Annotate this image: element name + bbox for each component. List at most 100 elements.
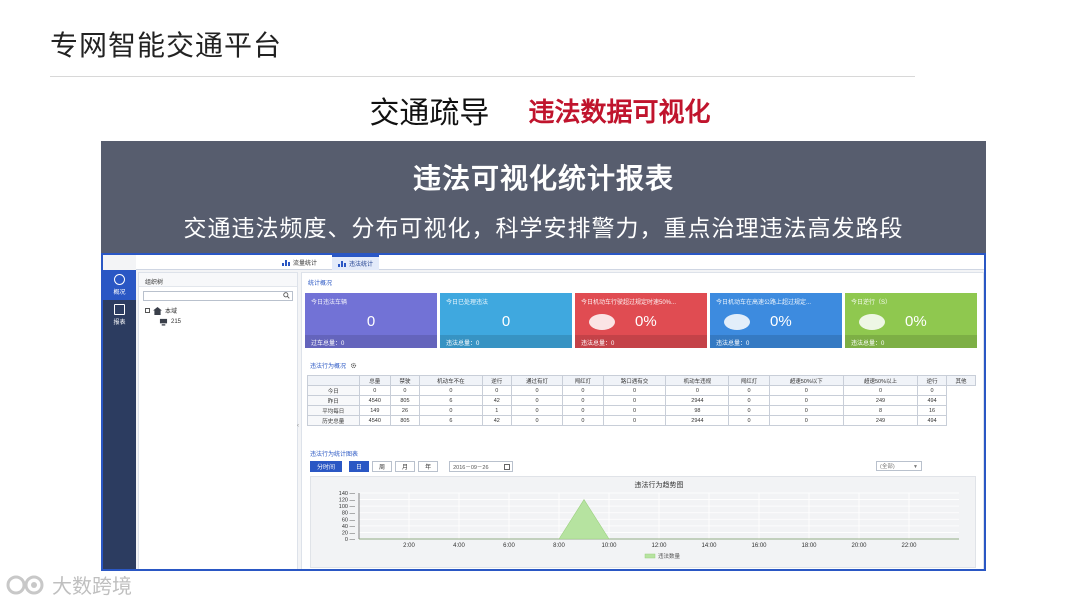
rail-item-report[interactable]: 报表 — [103, 300, 136, 330]
tree-node-label: 215 — [171, 318, 182, 325]
gauge-icon — [589, 314, 615, 330]
period-year-button[interactable]: 年 — [418, 461, 439, 472]
stat-card[interactable]: 今日逆行（S） 0% 违法总量：0 — [845, 293, 977, 348]
table-header-cell: 其他 — [946, 375, 976, 386]
row-header-cell: 平均每日 — [307, 405, 360, 416]
table-cell: 249 — [842, 415, 919, 426]
report-icon — [114, 304, 125, 315]
device-icon — [159, 318, 168, 326]
y-tick-label: 100 — — [339, 504, 356, 510]
table-cell: 0 — [768, 385, 844, 396]
rail-label: 概况 — [113, 290, 126, 296]
x-tick-label: 14:00 — [701, 543, 717, 549]
x-tick-label: 20:00 — [851, 543, 867, 549]
table-cell: 2944 — [665, 395, 730, 406]
table-cell: 26 — [390, 405, 420, 416]
table-cell: 494 — [917, 415, 947, 426]
period-week-button[interactable]: 周 — [372, 461, 393, 472]
time-mode-button[interactable]: 分时间 — [310, 461, 343, 472]
table-row: 今日 0 0 0 0 0 0 0 0 0 0 0 0 — [307, 385, 976, 396]
table-cell: 0 — [562, 405, 604, 416]
tree-node-child[interactable]: 215 — [139, 316, 297, 327]
stat-card[interactable]: 今日机动车在高速公路上超过规定... 0% 违法总量：0 — [710, 293, 842, 348]
table-title: 违法行为概况 — [310, 364, 347, 370]
legend-label: 违法数量 — [658, 552, 681, 560]
tree-toggle-icon[interactable] — [145, 308, 150, 313]
table-header-cell: 机动车不在 — [418, 375, 483, 386]
y-tick-label: 80 — — [342, 511, 356, 517]
table-cell: 0 — [917, 385, 947, 396]
chart-controls: 分时间 日 周 月 年 2016－09－26 — [310, 461, 514, 472]
org-tree-panel: 组织树 本域 215 — [138, 272, 298, 569]
table-cell: 0 — [510, 395, 564, 406]
period-month-button[interactable]: 月 — [395, 461, 416, 472]
table-header-cell: 超速50%以上 — [842, 375, 919, 386]
section-heading-accent: 违法数据可视化 — [528, 97, 711, 128]
table-cell: 0 — [768, 415, 844, 426]
y-tick-label: 60 — — [342, 517, 356, 523]
table-header-cell: 机动车违规 — [665, 375, 730, 386]
table-cell: 0 — [728, 385, 770, 396]
trend-chart-panel: 违法行为趋势图 0 —20 —40 —60 —80 —100 —120 —140 … — [310, 476, 976, 568]
table-header-cell: 闯红灯 — [562, 375, 604, 386]
x-tick-label: 8:00 — [553, 543, 565, 549]
violation-summary-table: 总量 禁驶 机动车不在 逆行 通过有灯 闯红灯 路口遇有交 机动车违规 闯红灯 超速50%以下 超速… — [307, 375, 976, 426]
stat-card[interactable]: 今日已处理违法 0 违法总量：0 — [440, 293, 572, 348]
y-tick-label: 20 — — [342, 530, 356, 536]
filter-select[interactable]: (全部) ▼ — [876, 461, 922, 471]
tab-label: 违法统计 — [349, 262, 374, 268]
table-cell: 0 — [358, 385, 392, 396]
x-tick-label: 2:00 — [403, 543, 415, 549]
table-cell: 0 — [602, 415, 667, 426]
rail-item-overview[interactable]: 概况 — [103, 270, 136, 300]
y-tick-label: 40 — — [342, 524, 356, 530]
tree-search-box — [143, 291, 293, 308]
table-cell: 0 — [768, 405, 844, 416]
table-header-cell — [307, 375, 360, 386]
table-header-cell: 路口遇有交 — [602, 375, 667, 386]
card-value: 0% — [905, 313, 927, 330]
row-header-cell: 昨日 — [307, 395, 360, 406]
search-icon[interactable] — [283, 292, 290, 299]
dashboard-icon — [114, 274, 125, 285]
table-cell: 0 — [602, 385, 667, 396]
tree-search-input[interactable] — [144, 300, 284, 308]
chart-title: 违法行为趋势图 — [635, 480, 684, 489]
calendar-icon[interactable] — [504, 464, 511, 470]
brand-logo-icon — [6, 575, 44, 594]
table-header-cell: 逆行 — [917, 375, 947, 386]
stat-card[interactable]: 今日机动车行驶超过规定时速50%... 0% 违法总量：0 — [575, 293, 707, 348]
tab-violation-stats[interactable]: 违法统计 — [332, 255, 380, 270]
stat-cards: 今日违法车辆 0 过车总量：0 今日已处理违法 0 违法总量：0 今日机动车行驶… — [305, 293, 977, 348]
main-panel: 统计概况 今日违法车辆 0 过车总量：0 今日已处理违法 0 违法总量：0 今日… — [301, 272, 984, 569]
table-cell: 0 — [728, 405, 770, 416]
stat-card[interactable]: 今日违法车辆 0 过车总量：0 — [305, 293, 437, 348]
section-heading: 交通疏导 — [369, 96, 490, 131]
side-rail: 概况 报表 — [103, 270, 136, 569]
row-header-cell: 今日 — [307, 385, 360, 396]
table-cell: 0 — [602, 405, 667, 416]
y-tick-label: 120 — — [339, 498, 356, 504]
watermark-text: 大数跨境 — [52, 574, 132, 598]
date-picker-field[interactable]: 2016－09－26 — [449, 461, 514, 472]
table-cell: 0 — [728, 395, 770, 406]
card-value: 0% — [770, 313, 792, 330]
table-cell: 0 — [418, 385, 483, 396]
table-cell: 0 — [562, 395, 604, 406]
org-tree-title: 组织树 — [139, 273, 297, 287]
gear-icon[interactable] — [350, 362, 357, 369]
table-cell: 0 — [510, 415, 564, 426]
table-cell: 0 — [842, 385, 919, 396]
tab-traffic-stats[interactable]: 流量统计 — [276, 255, 323, 270]
table-cell: 4540 — [358, 395, 392, 406]
app-screenshot: 流量统计 违法统计 概况 报表 组织树 本域 215 ‹ 统计概况 今日违法车辆… — [101, 253, 986, 571]
x-tick-label: 12:00 — [651, 543, 667, 549]
table-cell: 2944 — [665, 415, 730, 426]
watermark: 大数跨境 — [6, 570, 132, 599]
table-cell: 0 — [768, 395, 844, 406]
period-day-button[interactable]: 日 — [349, 461, 370, 472]
table-cell: 149 — [358, 405, 392, 416]
table-cell: 98 — [665, 405, 730, 416]
card-value: 0 — [501, 313, 511, 330]
table-cell: 494 — [917, 395, 947, 406]
